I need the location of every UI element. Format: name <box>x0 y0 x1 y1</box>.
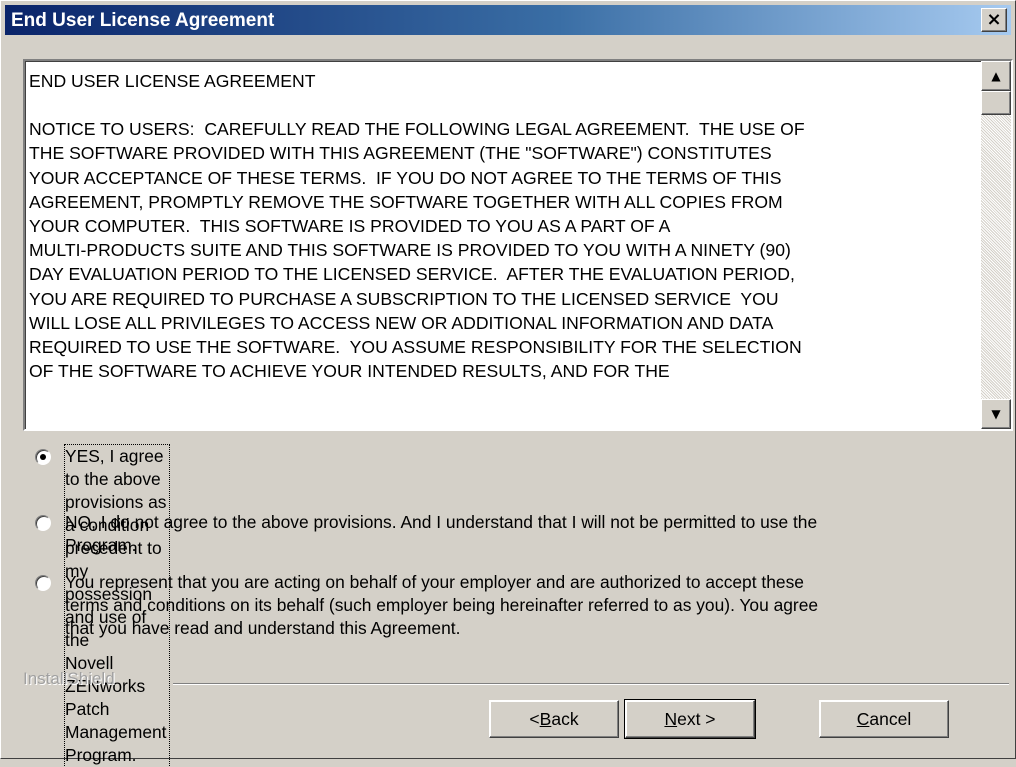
cancel-button-key: C <box>856 708 870 729</box>
eula-dialog: End User License Agreement × END USER LI… <box>0 0 1016 767</box>
license-scrollbar[interactable]: ▲ ▼ <box>981 61 1011 429</box>
scroll-thumb[interactable] <box>981 91 1011 115</box>
option-employer-line3: that you have read and understand this A… <box>65 618 461 638</box>
license-heading: END USER LICENSE AGREEMENT <box>29 71 316 91</box>
window-title: End User License Agreement <box>11 10 275 31</box>
back-button-key: B <box>539 708 552 729</box>
scroll-up-button[interactable]: ▲ <box>981 61 1011 91</box>
option-no-line1: NO, I do not agree to the above provisio… <box>65 512 818 532</box>
installshield-label: InstallShield <box>23 669 115 688</box>
arrow-up-icon: ▲ <box>991 69 1001 83</box>
license-text-box[interactable]: END USER LICENSE AGREEMENT NOTICE TO USER… <box>23 59 1013 431</box>
arrow-down-icon: ▼ <box>991 407 1001 421</box>
close-button[interactable]: × <box>981 8 1007 32</box>
next-button-rest: ext > <box>677 708 716 729</box>
close-icon: × <box>986 9 1002 30</box>
scroll-down-button[interactable]: ▼ <box>981 399 1011 429</box>
option-employer-label[interactable]: You represent that you are acting on beh… <box>65 571 818 640</box>
license-text: END USER LICENSE AGREEMENT NOTICE TO USER… <box>29 69 977 383</box>
next-button[interactable]: Next > <box>624 699 756 739</box>
radio-no[interactable] <box>35 515 51 531</box>
option-employer-line1: You represent that you are acting on beh… <box>65 572 804 592</box>
back-button-rest: ack <box>551 708 579 729</box>
option-no-label[interactable]: NO, I do not agree to the above provisio… <box>65 511 817 557</box>
option-employer-line2: terms and conditions on its behalf (such… <box>65 595 819 615</box>
title-bar[interactable]: End User License Agreement × <box>5 5 1011 35</box>
license-body: NOTICE TO USERS: CAREFULLY READ THE FOLL… <box>29 119 805 382</box>
back-button[interactable]: < Back <box>489 700 619 738</box>
back-button-prefix: < <box>529 708 540 729</box>
next-button-key: N <box>664 708 678 729</box>
radio-yes[interactable] <box>35 449 51 465</box>
cancel-button-rest: ancel <box>869 708 912 729</box>
cancel-button[interactable]: Cancel <box>819 700 949 738</box>
radio-employer[interactable] <box>35 575 51 591</box>
option-no-line2: Program. <box>65 535 137 555</box>
footer-divider <box>173 683 1009 685</box>
